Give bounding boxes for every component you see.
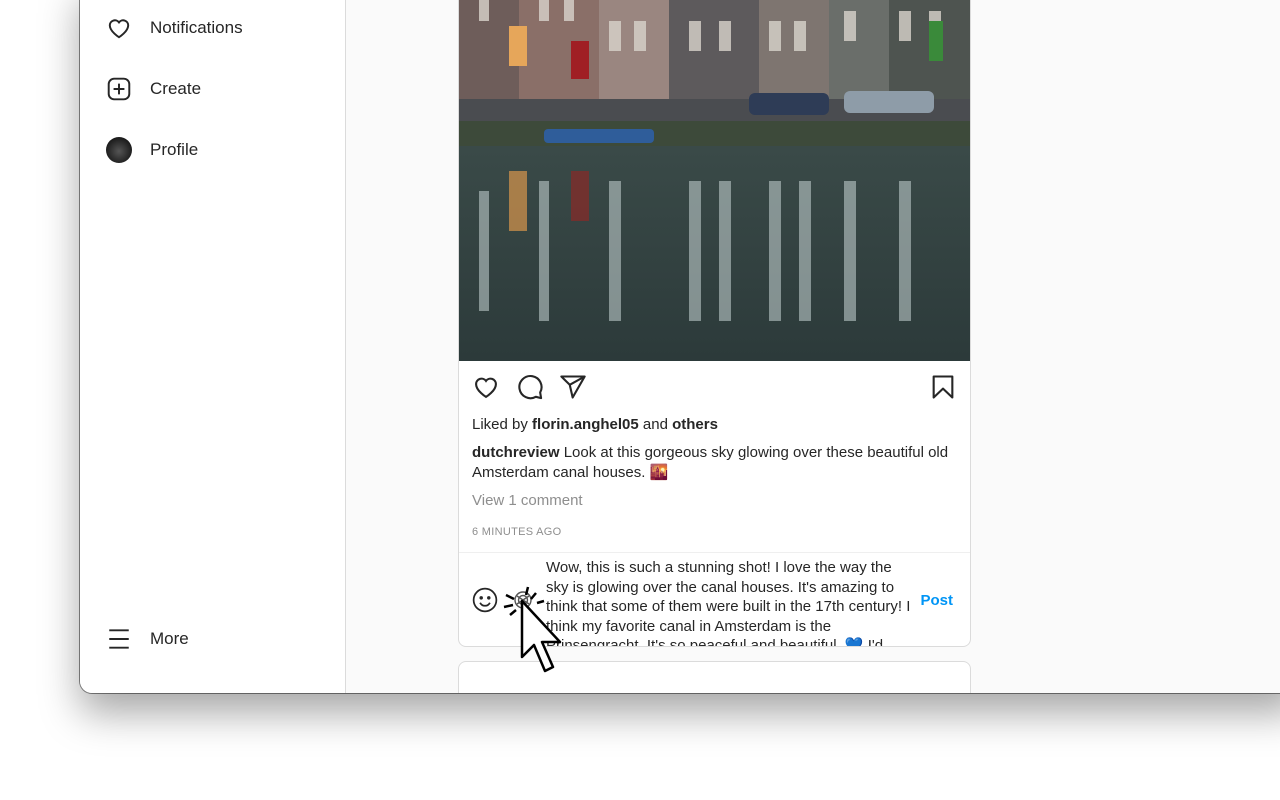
liked-prefix: Liked by — [472, 416, 528, 433]
comment-input[interactable]: Wow, this is such a stunning shot! I lov… — [546, 558, 918, 646]
sidebar: Notifications Create Profile More — [80, 0, 346, 693]
bookmark-icon[interactable] — [929, 373, 957, 401]
post-button[interactable]: Post — [920, 592, 953, 609]
sidebar-item-more[interactable]: More — [106, 626, 189, 652]
avatar — [106, 137, 132, 163]
sidebar-item-profile[interactable]: Profile — [106, 137, 198, 163]
liked-and: and — [642, 416, 668, 433]
plus-square-icon — [107, 77, 131, 101]
post-timestamp: 6 MINUTES AGO — [472, 526, 562, 538]
heart-icon — [108, 19, 130, 39]
view-comments-link[interactable]: View 1 comment — [472, 491, 957, 511]
sidebar-item-label: Notifications — [150, 18, 243, 37]
share-send-icon[interactable] — [559, 373, 587, 401]
sidebar-item-label: Profile — [150, 140, 199, 159]
mouse-cursor-icon — [503, 586, 562, 673]
caption: dutchreview Look at this gorgeous sky gl… — [472, 443, 957, 482]
sidebar-item-label: More — [150, 629, 189, 648]
post-photo[interactable] — [459, 0, 970, 361]
author-link[interactable]: dutchreview — [472, 444, 560, 461]
emoji-icon[interactable] — [472, 587, 498, 613]
liked-user-link[interactable]: florin.anghel05 — [532, 416, 639, 433]
post-card: Liked by florin.anghel05 and others dutc… — [458, 0, 971, 647]
likes-line: Liked by florin.anghel05 and others — [472, 415, 957, 435]
like-heart-icon[interactable] — [472, 373, 500, 401]
liked-others-link[interactable]: others — [672, 416, 718, 433]
comment-icon[interactable] — [516, 373, 544, 401]
sidebar-item-notifications[interactable]: Notifications — [106, 15, 243, 41]
menu-icon — [109, 629, 129, 649]
app-window: Notifications Create Profile More Liked … — [80, 0, 1280, 693]
sidebar-item-create[interactable]: Create — [106, 76, 201, 102]
sidebar-item-label: Create — [150, 79, 202, 98]
post-actions — [472, 373, 957, 401]
